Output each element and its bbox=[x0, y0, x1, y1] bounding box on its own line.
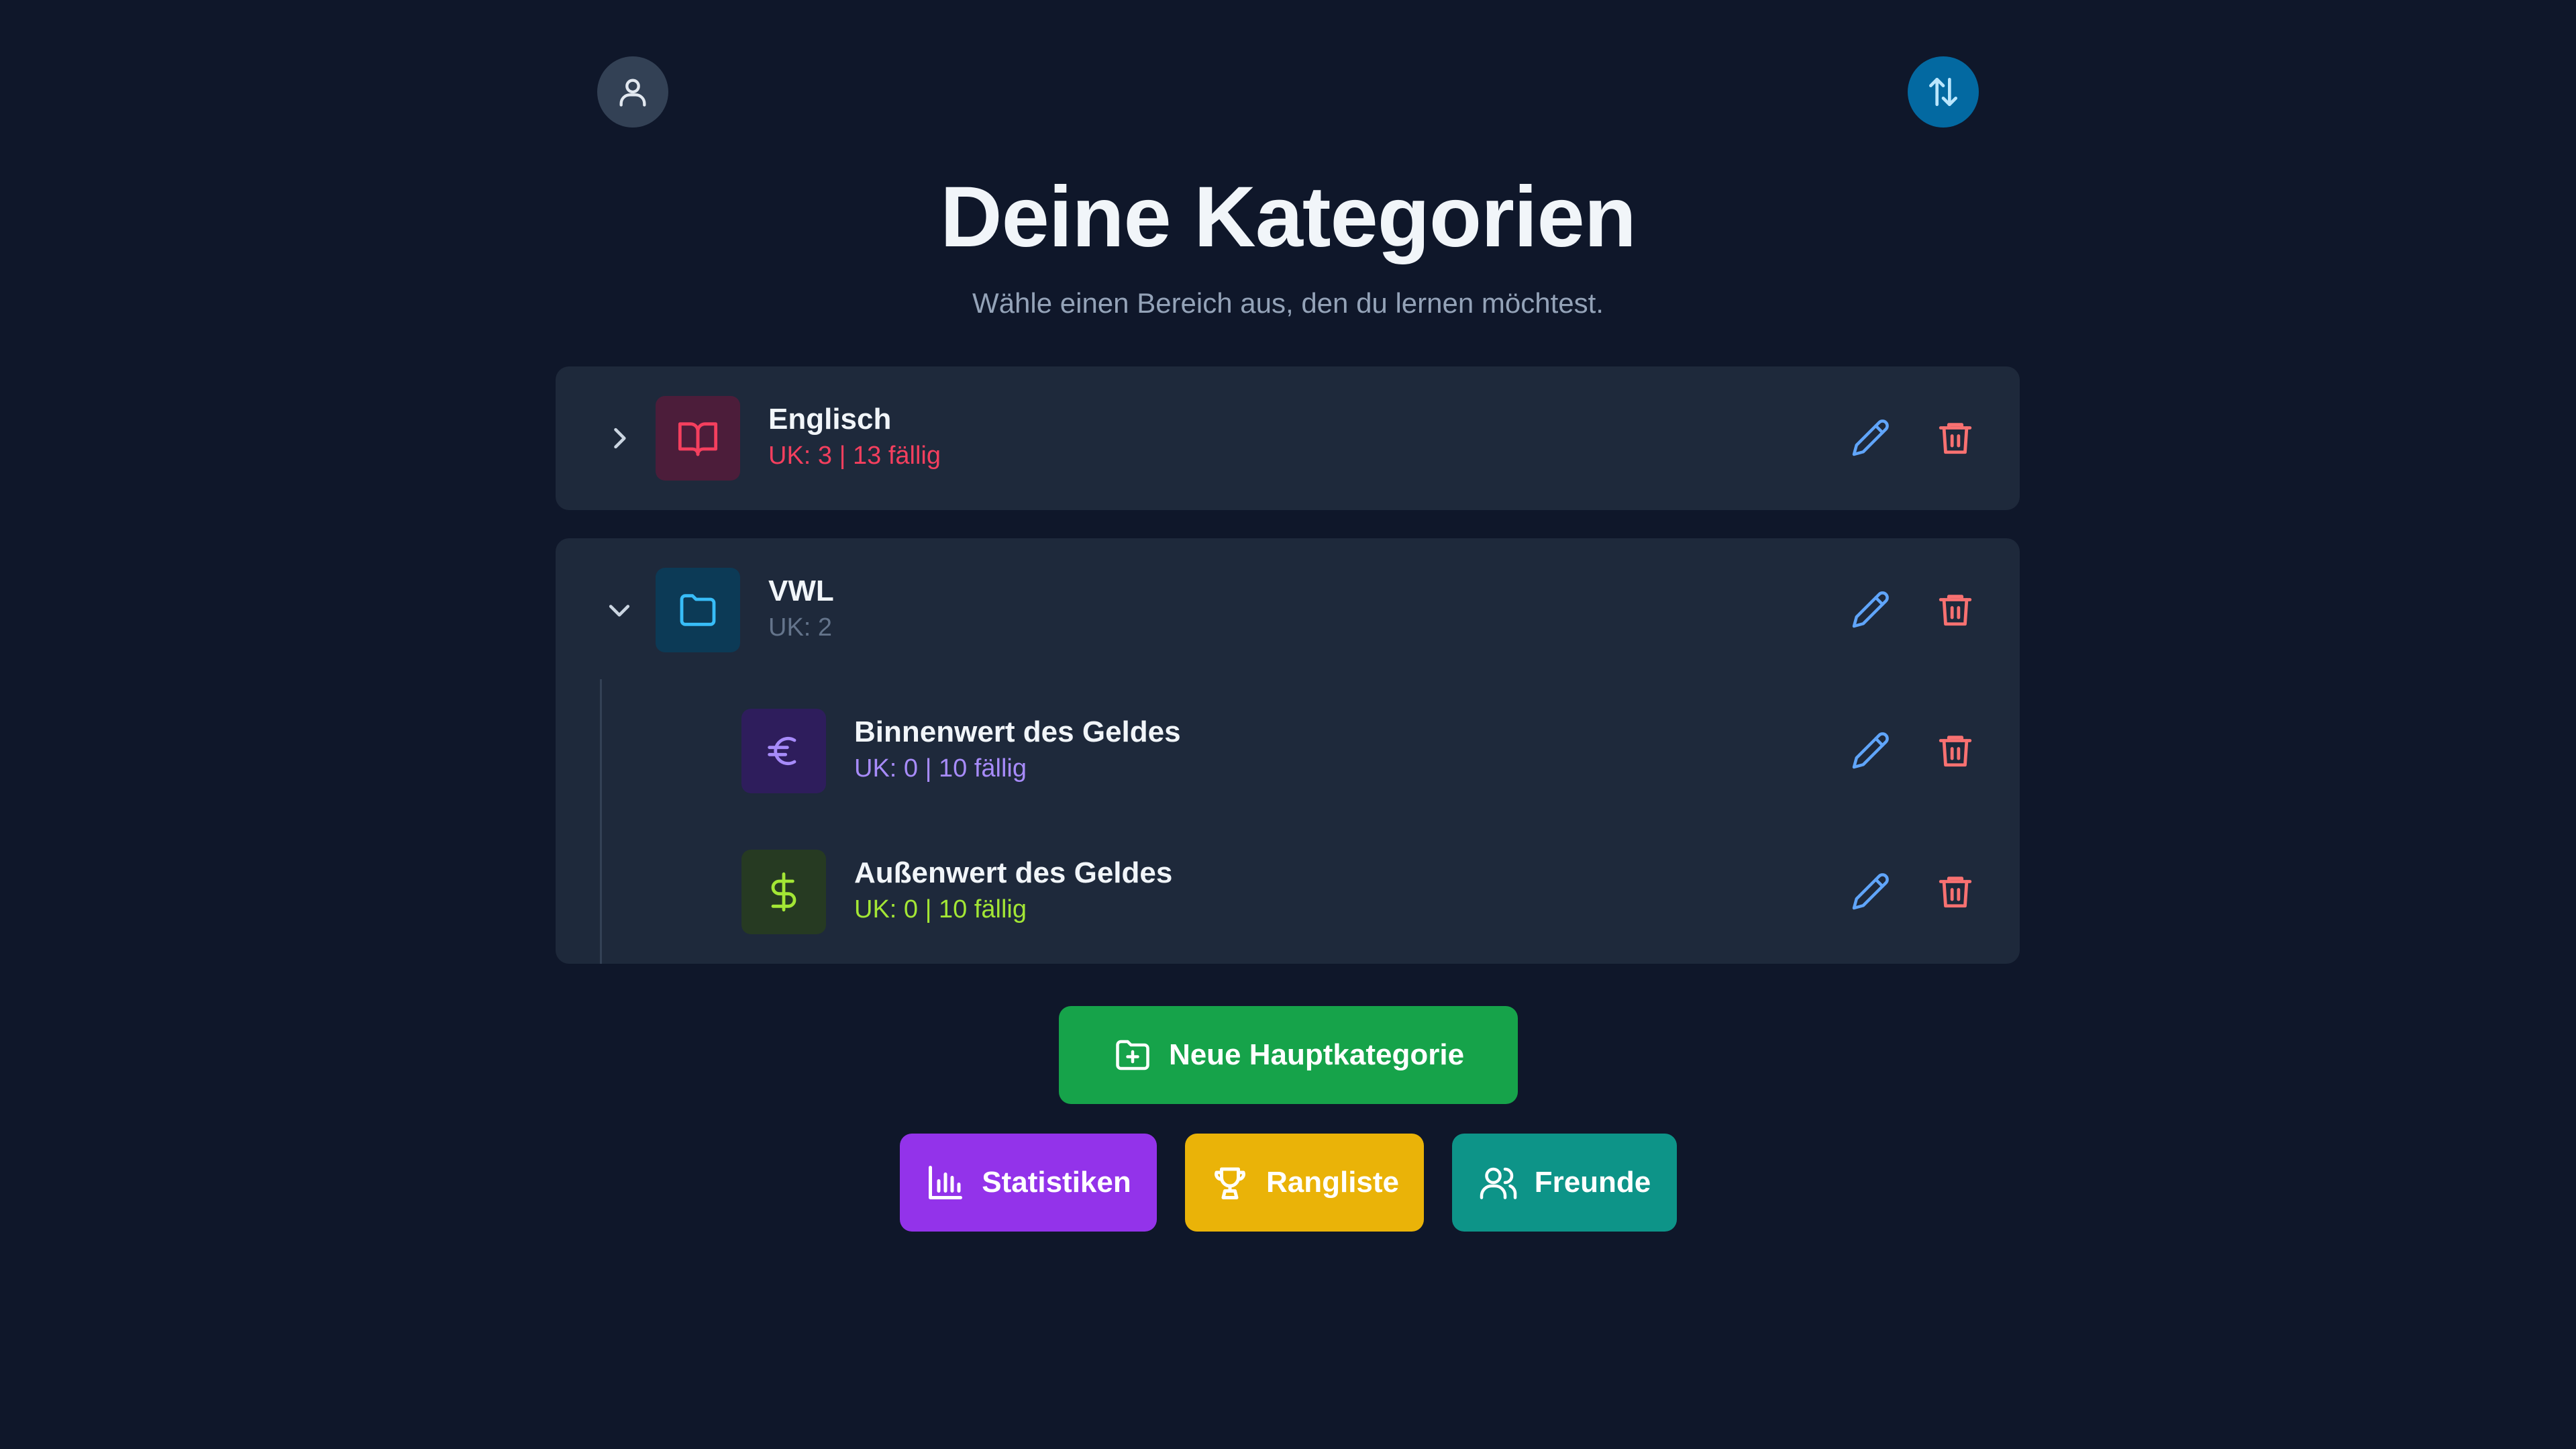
pencil-icon bbox=[1852, 419, 1889, 456]
subcategory-name: Binnenwert des Geldes bbox=[854, 715, 1181, 748]
dollar-icon bbox=[771, 872, 796, 912]
statistics-button[interactable]: Statistiken bbox=[900, 1134, 1157, 1232]
category-icon-box bbox=[656, 396, 740, 481]
edit-button[interactable] bbox=[1844, 411, 1898, 464]
page-subtitle: Wähle einen Bereich aus, den du lernen m… bbox=[972, 287, 1604, 319]
leaderboard-label: Rangliste bbox=[1266, 1166, 1400, 1199]
edit-button[interactable] bbox=[1844, 583, 1898, 636]
page-title: Deine Kategorien bbox=[940, 169, 1637, 265]
pencil-icon bbox=[1852, 591, 1889, 628]
trash-icon bbox=[1939, 595, 1972, 626]
subcategory-row-binnenwert[interactable]: Binnenwert des Geldes UK: 0 | 10 fällig bbox=[556, 707, 2020, 795]
friends-button[interactable]: Freunde bbox=[1452, 1134, 1677, 1232]
trash-icon bbox=[1939, 736, 1972, 767]
euro-icon bbox=[768, 736, 796, 766]
expand-chevron[interactable] bbox=[596, 415, 643, 462]
category-meta: UK: 2 bbox=[768, 613, 833, 642]
trash-icon bbox=[1939, 877, 1972, 908]
trash-icon bbox=[1939, 423, 1972, 454]
subcategory-meta: UK: 0 | 10 fällig bbox=[854, 754, 1027, 783]
edit-button[interactable] bbox=[1844, 723, 1898, 777]
pencil-icon bbox=[1852, 732, 1889, 769]
subcategory-name: Außenwert des Geldes bbox=[854, 856, 1173, 889]
new-main-category-button[interactable]: Neue Hauptkategorie bbox=[1059, 1006, 1518, 1104]
category-row-englisch[interactable]: Englisch UK: 3 | 13 fällig bbox=[556, 395, 2020, 482]
category-name: VWL bbox=[768, 574, 834, 607]
users-icon bbox=[1480, 1167, 1516, 1199]
statistics-label: Statistiken bbox=[982, 1166, 1131, 1199]
delete-button[interactable] bbox=[1928, 411, 1982, 464]
delete-button[interactable] bbox=[1928, 864, 1982, 918]
leaderboard-button[interactable]: Rangliste bbox=[1185, 1134, 1424, 1232]
folder-icon bbox=[680, 594, 716, 626]
chevron-right-icon bbox=[614, 428, 626, 449]
collapse-chevron[interactable] bbox=[596, 587, 643, 634]
trophy-icon bbox=[1215, 1167, 1245, 1199]
subcategory-icon-box bbox=[741, 709, 826, 793]
edit-button[interactable] bbox=[1844, 864, 1898, 918]
sort-button[interactable] bbox=[1908, 56, 1979, 128]
category-card-englisch: Englisch UK: 3 | 13 fällig bbox=[556, 366, 2020, 510]
categories-page: Deine Kategorien Wähle einen Bereich aus… bbox=[0, 0, 2576, 1449]
category-row-vwl[interactable]: VWL UK: 2 bbox=[556, 566, 2020, 654]
subcategory-row-aussenwert[interactable]: Außenwert des Geldes UK: 0 | 10 fällig bbox=[556, 848, 2020, 936]
pencil-icon bbox=[1852, 873, 1889, 910]
subcategory-meta: UK: 0 | 10 fällig bbox=[854, 895, 1027, 923]
category-icon-box bbox=[656, 568, 740, 652]
category-meta: UK: 3 | 13 fällig bbox=[768, 442, 941, 470]
delete-button[interactable] bbox=[1928, 723, 1982, 777]
delete-button[interactable] bbox=[1928, 583, 1982, 636]
chevron-down-icon bbox=[609, 605, 630, 617]
bar-chart-icon bbox=[929, 1166, 963, 1199]
friends-label: Freunde bbox=[1534, 1166, 1651, 1199]
folder-plus-icon bbox=[1116, 1040, 1149, 1070]
category-name: Englisch bbox=[768, 403, 892, 436]
sort-arrows-icon bbox=[1929, 78, 1957, 107]
user-icon bbox=[619, 79, 646, 107]
new-main-category-label: Neue Hauptkategorie bbox=[1168, 1038, 1465, 1071]
subcategory-icon-box bbox=[741, 850, 826, 934]
book-open-icon bbox=[678, 422, 718, 456]
profile-button[interactable] bbox=[597, 56, 668, 128]
category-card-vwl: VWL UK: 2 Binnenwert des Geldes UK: 0 | … bbox=[556, 538, 2020, 964]
